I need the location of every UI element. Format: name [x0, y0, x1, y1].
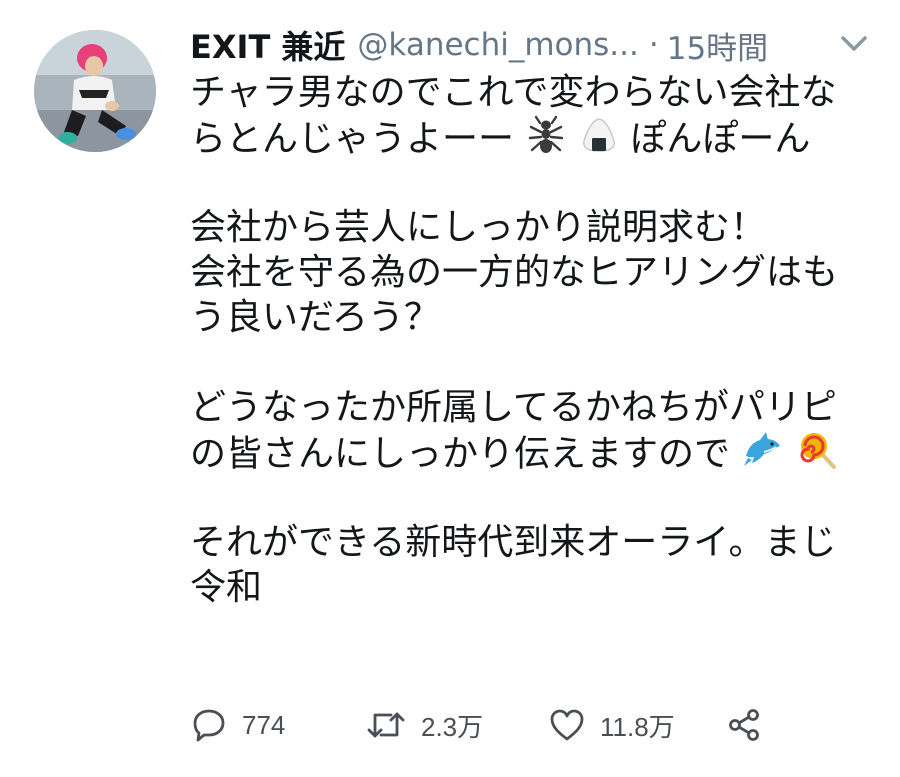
- tweet-line: 会社から芸人にしっかり説明求む！: [190, 207, 767, 248]
- like-count: 11.8万: [600, 711, 675, 742]
- tweet-line: 会社を守る為の一方的なヒアリングはも: [190, 252, 839, 293]
- retweet-button[interactable]: 2.3万: [365, 695, 483, 755]
- tweet-line: らとんじゃうよーー ぽんぽーん: [190, 115, 870, 160]
- tweet-line-text: の皆さんにしっかり伝えますので: [190, 433, 731, 475]
- tweet-line-text: ぽんぽーん: [630, 118, 811, 160]
- tweet-line: どうなったか所属してるかねちがパリピ: [190, 387, 837, 428]
- tweet-line: の皆さんにしっかり伝えますので: [190, 430, 870, 475]
- tweet-text: チャラ男なのでこれで変わらない会社な らとんじゃうよーー ぽんぽーん 会社から芸…: [190, 70, 870, 610]
- dolphin-emoji-icon: [742, 430, 784, 481]
- retweet-icon[interactable]: [365, 706, 407, 744]
- share-button[interactable]: [726, 695, 762, 755]
- tweet-line: それができる新時代到来オーライ。まじ: [190, 522, 837, 563]
- tweet-line: 令和: [190, 567, 263, 608]
- retweet-count: 2.3万: [421, 711, 484, 742]
- timestamp[interactable]: 15時間: [667, 23, 768, 68]
- reply-icon[interactable]: [190, 706, 228, 744]
- like-button[interactable]: 11.8万: [548, 695, 675, 755]
- user-handle[interactable]: @kanechi_mons...: [357, 27, 638, 63]
- tweet-line: チャラ男なのでこれで変わらない会社な: [190, 72, 837, 113]
- tweet-header: EXIT 兼近 @kanechi_mons... · 15時間: [190, 20, 880, 70]
- tweet-line-text: らとんじゃうよーー: [190, 118, 515, 160]
- chevron-down-icon[interactable]: [838, 30, 870, 58]
- display-name[interactable]: EXIT 兼近: [190, 22, 345, 68]
- tweet-line: う良いだろう？: [190, 297, 440, 338]
- tweet-actions: 774 2.3万 11.8万: [190, 695, 830, 755]
- share-icon[interactable]: [726, 707, 762, 743]
- reply-count: 774: [242, 709, 286, 740]
- ant-emoji-icon: [526, 115, 566, 166]
- avatar[interactable]: [34, 30, 156, 152]
- separator-dot: ·: [648, 27, 659, 63]
- lollipop-emoji-icon: [798, 430, 838, 481]
- like-icon[interactable]: [548, 707, 586, 743]
- reply-button[interactable]: 774: [190, 695, 285, 755]
- rice-ball-emoji-icon: [580, 115, 618, 166]
